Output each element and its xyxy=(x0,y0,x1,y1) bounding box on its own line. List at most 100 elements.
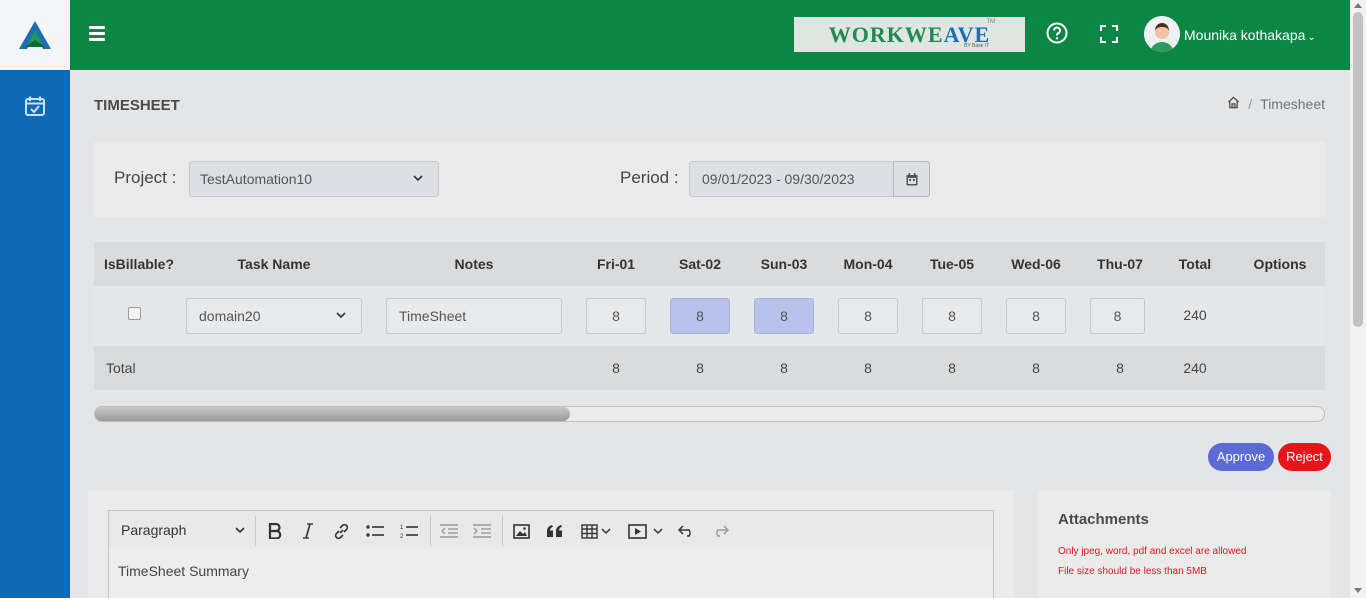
hours-input-wed-06[interactable]: 8 xyxy=(1006,298,1066,334)
logo-icon xyxy=(19,21,51,49)
col-day: Wed-06 xyxy=(1011,256,1061,272)
user-menu[interactable]: Mounika kothakapa ⌄ xyxy=(1184,27,1316,43)
brand-subtitle: BY Bask IT xyxy=(964,43,989,49)
table-header: IsBillable? Task Name Notes Fri-01 Sat-0… xyxy=(94,242,1325,286)
chevron-down-icon: ⌄ xyxy=(1307,32,1316,43)
project-label: Project : xyxy=(114,168,177,187)
bulleted-list-icon[interactable] xyxy=(365,521,385,541)
page-title: TIMESHEET xyxy=(94,97,180,114)
table-horizontal-scrollbar[interactable] xyxy=(94,406,1325,422)
chevron-down-icon[interactable] xyxy=(652,521,664,541)
calendar-icon xyxy=(906,172,917,185)
media-embed-icon[interactable] xyxy=(627,521,647,541)
image-icon[interactable] xyxy=(511,521,531,541)
editor-text: TimeSheet Summary xyxy=(118,563,249,579)
period-input[interactable]: 09/01/2023 - 09/30/2023 xyxy=(689,161,894,197)
chevron-down-icon xyxy=(335,308,347,324)
breadcrumb: / Timesheet xyxy=(1227,96,1325,112)
total-hours: 8 xyxy=(780,360,788,376)
total-row: Total 8 8 8 8 8 8 8 240 xyxy=(94,346,1325,390)
breadcrumb-current: Timesheet xyxy=(1260,96,1325,112)
filter-panel: Project : TestAutomation10 Period : 09/0… xyxy=(94,142,1325,217)
scrollbar-thumb[interactable] xyxy=(95,407,570,421)
col-isbillable: IsBillable? xyxy=(103,256,175,272)
total-hours: 8 xyxy=(948,360,956,376)
project-select[interactable]: TestAutomation10 xyxy=(189,161,439,197)
top-bar: WORKWEAVE TM BY Bask IT Mounika kothakap… xyxy=(70,0,1350,70)
calendar-check-icon[interactable] xyxy=(24,95,46,117)
brand-logo: WORKWEAVE TM BY Bask IT xyxy=(794,17,1025,52)
reject-button[interactable]: Reject xyxy=(1278,443,1331,471)
sidebar xyxy=(0,0,70,598)
table-row: domain20 TimeSheet 8 8 8 8 8 8 8 240 xyxy=(94,286,1325,346)
brand-trademark: TM xyxy=(986,19,995,25)
help-icon[interactable] xyxy=(1046,22,1068,44)
col-task-name: Task Name xyxy=(237,256,311,272)
total-label: Total xyxy=(106,360,136,376)
user-name: Mounika kothakapa xyxy=(1184,27,1306,43)
col-notes: Notes xyxy=(454,256,494,272)
total-hours: 8 xyxy=(696,360,704,376)
link-icon[interactable] xyxy=(331,521,351,541)
hours-input-sun-03[interactable]: 8 xyxy=(754,298,814,334)
redo-icon[interactable] xyxy=(710,521,730,541)
col-day: Thu-07 xyxy=(1097,256,1143,272)
svg-text:2: 2 xyxy=(400,534,404,539)
total-hours: 8 xyxy=(1032,360,1040,376)
menu-toggle-icon[interactable] xyxy=(89,26,105,42)
fullscreen-icon[interactable] xyxy=(1100,25,1118,43)
undo-icon[interactable] xyxy=(676,521,696,541)
scrollbar-thumb[interactable] xyxy=(1353,12,1363,327)
col-day: Sun-03 xyxy=(760,256,808,272)
hours-input-mon-04[interactable]: 8 xyxy=(838,298,898,334)
chevron-down-icon xyxy=(412,171,424,187)
numbered-list-icon[interactable]: 12 xyxy=(399,521,419,541)
chevron-down-icon xyxy=(234,523,246,539)
hours-input-sat-02[interactable]: 8 xyxy=(670,298,730,334)
scroll-down-icon[interactable] xyxy=(1354,588,1362,593)
approve-button[interactable]: Approve xyxy=(1208,443,1274,471)
task-select[interactable]: domain20 xyxy=(186,298,362,334)
outdent-icon[interactable] xyxy=(439,521,459,541)
table-icon[interactable] xyxy=(579,521,599,541)
total-hours: 8 xyxy=(612,360,620,376)
attachments-title: Attachments xyxy=(1058,511,1149,528)
hours-input-thu-07[interactable]: 8 xyxy=(1090,298,1145,334)
total-hours: 8 xyxy=(1116,360,1124,376)
col-options: Options xyxy=(1253,256,1307,272)
block-style-select[interactable]: Paragraph xyxy=(121,522,246,538)
editor-content[interactable]: TimeSheet Summary xyxy=(108,549,994,598)
home-icon[interactable] xyxy=(1227,96,1240,112)
page-scrollbar[interactable] xyxy=(1350,0,1366,598)
italic-icon[interactable] xyxy=(298,521,318,541)
col-day: Tue-05 xyxy=(929,256,975,272)
editor-toolbar: Paragraph 12 xyxy=(108,510,994,550)
notes-input[interactable]: TimeSheet xyxy=(386,298,562,334)
chevron-down-icon[interactable] xyxy=(600,521,612,541)
billable-checkbox[interactable] xyxy=(128,307,141,320)
col-day: Sat-02 xyxy=(678,256,722,272)
blockquote-icon[interactable] xyxy=(545,521,565,541)
total-hours: 8 xyxy=(864,360,872,376)
row-total: 240 xyxy=(1183,307,1207,323)
task-value: domain20 xyxy=(199,308,261,324)
attachments-size-note: File size should be less than 5MB xyxy=(1058,566,1207,577)
svg-text:1: 1 xyxy=(400,525,404,531)
attachments-panel: Attachments Only jpeg, word, pdf and exc… xyxy=(1038,490,1331,598)
scroll-up-icon[interactable] xyxy=(1354,3,1362,8)
breadcrumb-separator: / xyxy=(1248,96,1253,112)
attachments-type-note: Only jpeg, word, pdf and excel are allow… xyxy=(1058,546,1247,557)
user-avatar[interactable] xyxy=(1144,16,1180,52)
summary-editor-panel: Paragraph 12 TimeSheet Summary xyxy=(88,490,1014,598)
project-value: TestAutomation10 xyxy=(200,171,313,187)
calendar-button[interactable] xyxy=(893,161,930,197)
col-total: Total xyxy=(1178,256,1212,272)
indent-icon[interactable] xyxy=(472,521,492,541)
hours-input-tue-05[interactable]: 8 xyxy=(922,298,982,334)
period-label: Period : xyxy=(620,168,679,187)
bold-icon[interactable] xyxy=(265,521,285,541)
col-day: Fri-01 xyxy=(596,256,636,272)
app-logo[interactable] xyxy=(0,0,70,70)
hours-input-fri-01[interactable]: 8 xyxy=(586,298,646,334)
block-style-value: Paragraph xyxy=(121,522,187,538)
